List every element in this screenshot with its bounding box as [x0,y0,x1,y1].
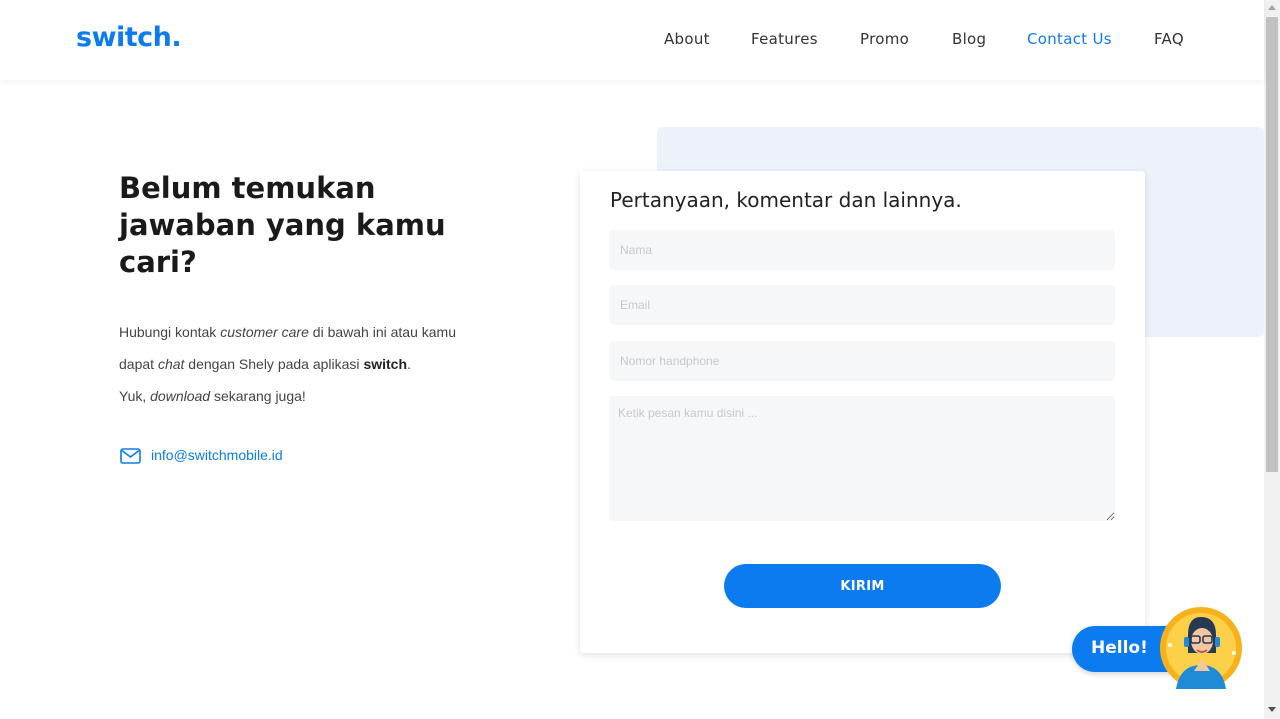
intro-text: . [407,356,411,372]
intro-text: di bawah ini atau kamu [308,324,456,340]
intro-brand: switch [363,356,408,372]
nav-features[interactable]: Features [751,30,818,48]
intro-text: dengan Shely pada aplikasi [184,356,364,372]
scrollbar-thumb[interactable] [1266,17,1278,472]
nav-promo[interactable]: Promo [860,30,909,48]
intro-text: dapat [119,356,158,372]
nav-about[interactable]: About [664,30,710,48]
submit-button[interactable]: KIRIM [724,564,1001,608]
nav-faq[interactable]: FAQ [1154,30,1184,48]
intro-line-2: dapat chat dengan Shely pada aplikasi sw… [119,348,519,380]
nav-contact-us[interactable]: Contact Us [1027,30,1112,48]
intro-emphasis: chat [157,356,185,372]
intro-line-3: Yuk, download sekarang juga! [119,380,519,412]
email-input[interactable] [609,285,1115,325]
contact-email-link[interactable]: info@switchmobile.id [151,447,283,463]
scroll-down-arrow-icon[interactable] [1268,707,1276,712]
page-headline: Belum temukan jawaban yang kamu cari? [119,171,446,279]
intro-text: Hubungi kontak [119,324,221,340]
message-textarea[interactable] [609,396,1115,521]
intro-text: sekarang juga! [210,388,306,404]
intro-emphasis: customer care [220,324,309,340]
scroll-up-arrow-icon[interactable] [1268,5,1276,10]
intro-text: Yuk, [119,388,151,404]
chat-widget[interactable]: Hello! [1072,605,1244,691]
contact-intro: Hubungi kontak customer care di bawah in… [119,316,519,412]
shely-avatar-icon[interactable] [1158,605,1244,691]
intro-emphasis: download [150,388,211,404]
page-scrollbar[interactable] [1264,0,1280,719]
name-input[interactable] [609,230,1115,270]
intro-line-1: Hubungi kontak customer care di bawah in… [119,316,519,348]
mail-icon [120,448,141,464]
phone-input[interactable] [609,341,1115,381]
contact-form: Pertanyaan, komentar dan lainnya. KIRIM [580,171,1145,653]
site-header: switch. About Features Promo Blog Contac… [0,0,1264,80]
main-nav: About Features Promo Blog Contact Us FAQ [0,30,1264,52]
nav-blog[interactable]: Blog [952,30,986,48]
chat-hello-label: Hello! [1091,638,1148,658]
form-title: Pertanyaan, komentar dan lainnya. [610,188,962,212]
